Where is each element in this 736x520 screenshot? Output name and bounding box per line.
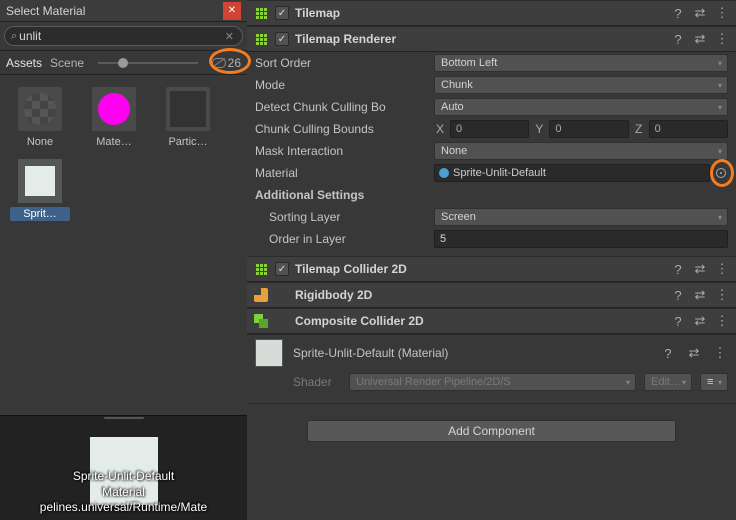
material-icon [98, 93, 130, 125]
kebab-icon[interactable]: ⋮ [714, 313, 730, 329]
preset-icon[interactable]: ⇄ [692, 31, 708, 47]
component-composite-collider[interactable]: Composite Collider 2D ? ⇄ ⋮ [247, 308, 736, 334]
preview-caption: Sprite-Unlit-Default Material pelines.un… [0, 469, 247, 516]
panel-titlebar: Select Material ✕ [0, 0, 247, 22]
asset-sprite-unlit[interactable]: Sprit… [8, 159, 72, 221]
order-in-layer-label: Order in Layer [255, 232, 428, 246]
edit-shader-button[interactable]: Edit… [644, 373, 692, 391]
preset-icon[interactable]: ⇄ [692, 261, 708, 277]
component-rigidbody[interactable]: Rigidbody 2D ? ⇄ ⋮ [247, 282, 736, 308]
kebab-icon[interactable]: ⋮ [714, 5, 730, 21]
asset-particle[interactable]: Partic… [156, 87, 220, 149]
preset-icon[interactable]: ⇄ [686, 345, 702, 361]
search-icon: ⌕ [11, 30, 17, 43]
asset-none[interactable]: None [8, 87, 72, 149]
component-tilemap-collider[interactable]: ✓ Tilemap Collider 2D ? ⇄ ⋮ [247, 256, 736, 282]
material-picker-panel: Select Material ✕ ⌕ ✕ Assets Scene 26 No… [0, 0, 247, 520]
x-label: X [434, 122, 446, 136]
thumbnail-size-slider[interactable] [92, 62, 204, 64]
bounds-x-input[interactable]: 0 [450, 120, 529, 138]
panel-title-text: Select Material [6, 4, 85, 18]
add-component-button[interactable]: Add Component [307, 420, 676, 442]
material-footer: Sprite-Unlit-Default (Material) ? ⇄ ⋮ [247, 334, 736, 371]
bounds-y-input[interactable]: 0 [549, 120, 628, 138]
preset-icon[interactable]: ⇄ [692, 5, 708, 21]
collider-icon [256, 264, 267, 275]
detect-label: Detect Chunk Culling Bo [255, 100, 428, 114]
asset-grid: None Mate… Partic… Sprit… [0, 75, 247, 415]
sprite-icon [18, 159, 62, 203]
preset-icon[interactable]: ⇄ [692, 287, 708, 303]
shader-list-button[interactable]: ≡ [700, 373, 728, 391]
inspector-panel: ✓ Tilemap ? ⇄ ⋮ ✓ Tilemap Renderer ? ⇄ ⋮… [247, 0, 736, 520]
shader-dropdown[interactable]: Universal Render Pipeline/2D/S [349, 373, 636, 391]
tilemap-renderer-icon [256, 34, 267, 45]
help-icon[interactable]: ? [660, 346, 676, 361]
kebab-icon[interactable]: ⋮ [714, 287, 730, 303]
tilemap-icon [256, 8, 267, 19]
material-object-field[interactable]: Sprite-Unlit-Default [434, 164, 710, 182]
help-icon[interactable]: ? [670, 6, 686, 21]
mode-dropdown[interactable]: Chunk [434, 76, 728, 94]
renderer-enabled-checkbox[interactable]: ✓ [275, 32, 289, 46]
z-label: Z [633, 122, 645, 136]
particle-icon [170, 91, 206, 127]
material-preview-icon [255, 339, 283, 367]
kebab-icon[interactable]: ⋮ [714, 31, 730, 47]
help-icon[interactable]: ? [670, 32, 686, 47]
rigidbody-icon [254, 288, 268, 302]
sort-order-label: Sort Order [255, 56, 428, 70]
tab-scene[interactable]: Scene [50, 51, 84, 74]
slider-thumb[interactable] [118, 58, 128, 68]
collider-enabled-checkbox[interactable]: ✓ [275, 262, 289, 276]
none-icon [24, 93, 56, 125]
material-asset-icon [439, 168, 449, 178]
sorting-layer-label: Sorting Layer [255, 210, 428, 224]
resize-handle[interactable] [104, 417, 144, 419]
detect-dropdown[interactable]: Auto [434, 98, 728, 116]
y-label: Y [533, 122, 545, 136]
material-footer-name: Sprite-Unlit-Default (Material) [293, 346, 650, 360]
tabs-row: Assets Scene 26 [0, 51, 247, 75]
component-tilemap[interactable]: ✓ Tilemap ? ⇄ ⋮ [247, 0, 736, 26]
kebab-icon[interactable]: ⋮ [714, 261, 730, 277]
highlight-circle [209, 48, 251, 74]
bounds-z-input[interactable]: 0 [649, 120, 728, 138]
search-row: ⌕ ✕ [0, 22, 247, 51]
close-button[interactable]: ✕ [223, 2, 241, 20]
help-icon[interactable]: ? [670, 262, 686, 277]
tilemap-enabled-checkbox[interactable]: ✓ [275, 6, 289, 20]
mask-dropdown[interactable]: None [434, 142, 728, 160]
mode-label: Mode [255, 78, 428, 92]
preset-icon[interactable]: ⇄ [692, 313, 708, 329]
search-clear-button[interactable]: ✕ [223, 30, 236, 43]
highlight-circle [710, 159, 734, 187]
bounds-label: Chunk Culling Bounds [255, 122, 428, 136]
search-input[interactable] [19, 29, 223, 43]
help-icon[interactable]: ? [670, 314, 686, 329]
preview-footer: Sprite-Unlit-Default Material pelines.un… [0, 415, 247, 520]
kebab-icon[interactable]: ⋮ [712, 345, 728, 361]
additional-settings-label: Additional Settings [255, 188, 428, 202]
asset-material[interactable]: Mate… [82, 87, 146, 149]
material-label: Material [255, 166, 428, 180]
mask-label: Mask Interaction [255, 144, 428, 158]
shader-row: Shader Universal Render Pipeline/2D/S Ed… [247, 371, 736, 397]
sorting-layer-dropdown[interactable]: Screen [434, 208, 728, 226]
tab-assets[interactable]: Assets [6, 51, 42, 74]
help-icon[interactable]: ? [670, 288, 686, 303]
component-tilemap-renderer[interactable]: ✓ Tilemap Renderer ? ⇄ ⋮ [247, 26, 736, 52]
shader-label: Shader [293, 375, 341, 389]
order-in-layer-input[interactable]: 5 [434, 230, 728, 248]
composite-icon [254, 314, 268, 328]
sort-order-dropdown[interactable]: Bottom Left [434, 54, 728, 72]
